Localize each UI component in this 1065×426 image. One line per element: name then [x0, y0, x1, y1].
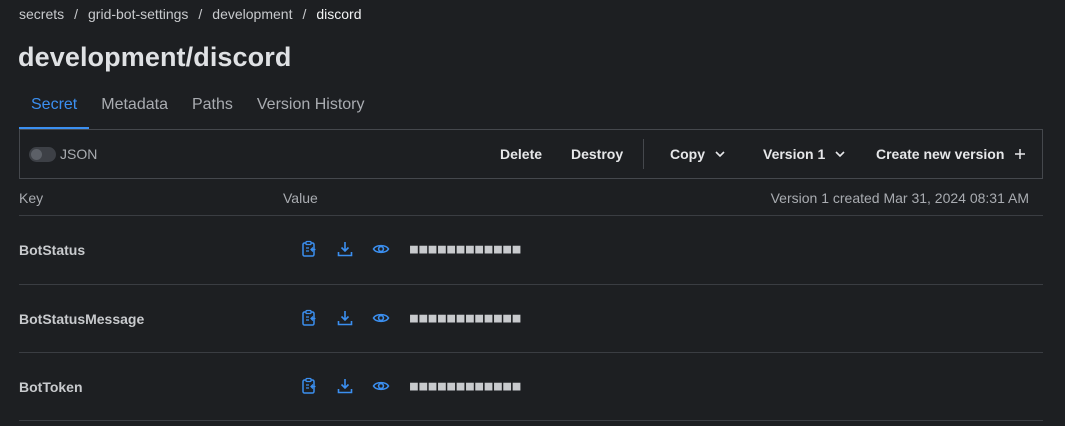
clipboard-copy-icon[interactable] [300, 240, 318, 258]
destroy-button-label: Destroy [571, 146, 624, 162]
toggle-switch[interactable] [29, 146, 56, 162]
plus-icon [1014, 148, 1026, 160]
version-created-info: Version 1 created Mar 31, 2024 08:31 AM [770, 190, 1029, 206]
secret-toolbar: JSON Delete Destroy Copy Version 1 Creat… [19, 129, 1043, 179]
tab-paths[interactable]: Paths [180, 90, 245, 129]
json-toggle[interactable]: JSON [29, 130, 97, 178]
masked-secret-value: ■■■■■■■■■■■■ [410, 379, 522, 394]
eye-icon[interactable] [372, 377, 390, 395]
json-toggle-label: JSON [60, 146, 98, 162]
secret-key: BotToken [19, 379, 83, 395]
copy-dropdown[interactable]: Copy [670, 130, 726, 178]
clipboard-copy-icon[interactable] [300, 309, 318, 327]
masked-secret-value: ■■■■■■■■■■■■ [410, 311, 522, 326]
download-icon[interactable] [336, 240, 354, 258]
key-column-header: Key [19, 190, 44, 206]
breadcrumb-grid-bot-settings[interactable]: grid-bot-settings [88, 6, 188, 22]
clipboard-copy-icon[interactable] [300, 377, 318, 395]
breadcrumb-discord: discord [316, 6, 362, 22]
breadcrumb-separator: / [74, 6, 79, 22]
masked-secret-value: ■■■■■■■■■■■■ [410, 242, 522, 257]
breadcrumb-separator: / [198, 6, 203, 22]
create-new-version-label: Create new version [876, 146, 1005, 162]
breadcrumb: secrets / grid-bot-settings / developmen… [19, 5, 362, 23]
table-row: BotStatus ■■■■■■■■■■■■ [19, 216, 1043, 283]
delete-button[interactable]: Delete [500, 130, 542, 178]
secret-key: BotStatus [19, 242, 86, 258]
chevron-down-icon [834, 148, 846, 160]
download-icon[interactable] [336, 309, 354, 327]
version-dropdown[interactable]: Version 1 [763, 130, 846, 178]
value-column-header: Value [283, 190, 318, 206]
toolbar-divider [643, 139, 644, 169]
breadcrumb-development[interactable]: development [212, 6, 292, 22]
delete-button-label: Delete [500, 146, 543, 162]
create-new-version-button[interactable]: Create new version [876, 130, 1026, 178]
page-title: development/discord [18, 42, 292, 72]
version-dropdown-label: Version 1 [763, 146, 826, 162]
tab-version-history[interactable]: Version History [245, 90, 377, 129]
eye-icon[interactable] [372, 309, 390, 327]
breadcrumb-secrets[interactable]: secrets [19, 6, 64, 22]
table-row: BotToken ■■■■■■■■■■■■ [19, 353, 1043, 420]
tab-bar: Secret Metadata Paths Version History [19, 90, 376, 129]
download-icon[interactable] [336, 377, 354, 395]
copy-dropdown-label: Copy [670, 146, 705, 162]
secret-key: BotStatusMessage [19, 311, 145, 327]
breadcrumb-separator: / [302, 6, 307, 22]
destroy-button[interactable]: Destroy [571, 130, 623, 178]
table-row: BotStatusMessage ■■■■■■■■■■■■ [19, 285, 1043, 352]
table-divider [19, 420, 1043, 421]
tab-secret[interactable]: Secret [19, 90, 90, 129]
eye-icon[interactable] [372, 240, 390, 258]
secret-detail-page: secrets / grid-bot-settings / developmen… [0, 0, 1065, 426]
chevron-down-icon [714, 148, 726, 160]
tab-metadata[interactable]: Metadata [89, 90, 180, 129]
